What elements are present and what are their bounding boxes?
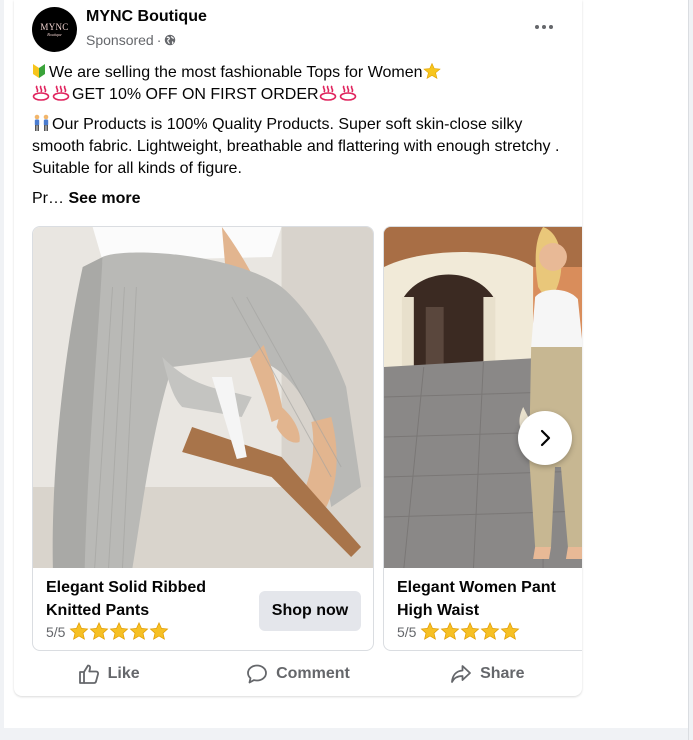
star-emoji-icon: [422, 63, 441, 79]
more-options-icon[interactable]: [532, 18, 556, 36]
avatar-logo-text: MYNC: [40, 21, 69, 32]
scroll-gutter: [688, 0, 693, 740]
star-icon: [461, 622, 480, 640]
post-body: We are selling the most fashionable Tops…: [32, 62, 572, 210]
star-icon: [110, 622, 129, 640]
comment-label: Comment: [276, 665, 350, 682]
product-rating-2: 5/5: [397, 622, 520, 641]
separator-dot: ·: [156, 32, 162, 48]
product-image-1[interactable]: [33, 227, 373, 568]
hot-springs-icon: [319, 85, 336, 101]
post-paragraph-3: Pr… See more: [32, 188, 572, 210]
product-carousel: Elegant Solid Ribbed Knitted Pants 5/5 S…: [32, 226, 582, 652]
rating-stars-1: [69, 622, 169, 641]
chevron-right-icon: [540, 429, 551, 447]
post-paragraph-2: Our Products is 100% Quality Products. S…: [32, 114, 572, 180]
like-icon: [78, 664, 99, 684]
globe-icon: [165, 34, 176, 46]
star-icon: [501, 622, 520, 640]
truncated-text: Pr…: [32, 190, 64, 207]
sponsored-label[interactable]: Sponsored: [86, 32, 154, 48]
post-line-1-text: We are selling the most fashionable Tops…: [49, 64, 423, 81]
product-image-2[interactable]: [384, 227, 582, 568]
post-line-2-text: GET 10% OFF ON FIRST ORDER: [72, 86, 319, 103]
star-icon: [90, 622, 109, 640]
high-waist-pants-photo: [384, 227, 582, 568]
product-title-2[interactable]: Elegant Women Pant High Waist: [397, 576, 582, 622]
carousel-next-button[interactable]: [518, 411, 572, 465]
share-icon: [451, 665, 471, 683]
hot-springs-icon: [32, 85, 50, 101]
comment-button[interactable]: Comment: [203, 652, 392, 696]
post-action-bar: Like Comment Share: [14, 652, 582, 696]
comment-icon: [247, 664, 267, 684]
hot-springs-icon: [52, 85, 70, 101]
hot-springs-icon: [339, 85, 356, 101]
person-standing-icon: [34, 114, 49, 131]
rating-text-1: 5/5: [46, 623, 66, 640]
beginner-leaf-icon: [33, 64, 45, 78]
post-paragraph-2-text: Our Products is 100% Quality Products. S…: [32, 116, 560, 177]
like-label: Like: [107, 665, 140, 682]
carousel-card-1[interactable]: Elegant Solid Ribbed Knitted Pants 5/5 S…: [32, 226, 374, 651]
post-line-2: GET 10% OFF ON FIRST ORDER: [32, 84, 572, 106]
avatar-logo-subtext: Boutique: [47, 31, 62, 37]
product-title-1[interactable]: Elegant Solid Ribbed Knitted Pants: [46, 576, 236, 622]
see-more-link[interactable]: See more: [68, 190, 140, 207]
star-icon: [421, 622, 440, 640]
sponsored-row: Sponsored ·: [86, 32, 176, 48]
star-icon: [70, 622, 89, 640]
like-button[interactable]: Like: [14, 652, 203, 696]
share-button[interactable]: Share: [393, 652, 582, 696]
star-icon: [481, 622, 500, 640]
post-line-1: We are selling the most fashionable Tops…: [32, 62, 572, 84]
product-rating-1: 5/5: [46, 622, 169, 641]
rating-text-2: 5/5: [397, 623, 417, 640]
shop-now-button[interactable]: Shop now: [259, 591, 361, 631]
page-name-link[interactable]: MYNC Boutique: [86, 8, 207, 26]
rating-stars-2: [420, 622, 520, 641]
share-label: Share: [480, 665, 525, 682]
page-avatar[interactable]: MYNC Boutique: [32, 7, 77, 52]
star-icon: [150, 622, 169, 640]
star-icon: [441, 622, 460, 640]
knitted-pants-photo: [33, 227, 373, 568]
star-icon: [130, 622, 149, 640]
